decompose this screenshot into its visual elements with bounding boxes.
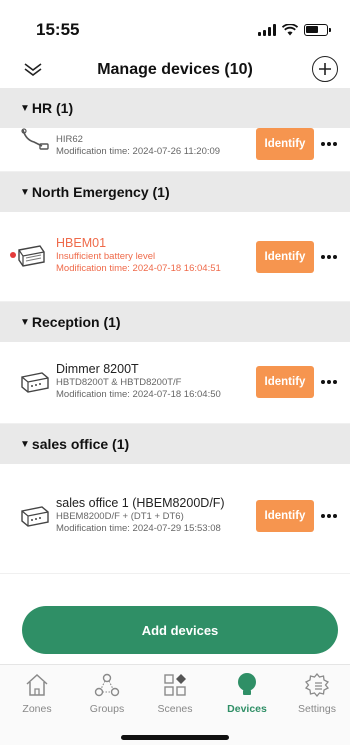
- device-model: HBTD8200T & HBTD8200T/F: [56, 377, 182, 388]
- scenes-icon: [164, 674, 186, 696]
- expand-triangle-icon: ▼: [20, 438, 30, 450]
- device-name: HBEM01: [56, 236, 107, 250]
- modification-time: Modification time: 2024-07-29 15:53:08: [56, 523, 221, 534]
- group-title: HR (1): [31, 100, 74, 116]
- page-title: Manage devices (10): [97, 61, 253, 78]
- group-header-reception[interactable]: ▼ Reception (1): [0, 302, 350, 342]
- expand-triangle-icon: ▼: [20, 102, 30, 114]
- dimmer-device-icon: [21, 372, 49, 393]
- app-header: Manage devices (10): [0, 52, 350, 88]
- identify-button[interactable]: Identify: [256, 128, 314, 160]
- expand-triangle-icon: ▼: [20, 316, 30, 328]
- wifi-icon: [282, 24, 298, 36]
- tab-label: Zones: [22, 703, 52, 715]
- device-info: HBEM01 Insufficient battery level Modifi…: [56, 236, 256, 275]
- device-name: sales office 1 (HBEM8200D/F): [56, 496, 225, 510]
- status-icons: [258, 16, 331, 36]
- device-row[interactable]: HBEM01 Insufficient battery level Modifi…: [0, 212, 350, 302]
- device-row[interactable]: Dimmer 8200T HBTD8200T & HBTD8200T/F Mod…: [0, 342, 350, 424]
- device-info: sales office 1 (HBEM8200D/F) HBEM8200D/F…: [56, 496, 256, 535]
- bottom-tab-bar: Zones Groups Scenes Devices Settings: [0, 664, 350, 745]
- group-title: North Emergency (1): [31, 184, 170, 200]
- identify-button[interactable]: Identify: [256, 500, 314, 532]
- double-chevron-down-icon: [24, 63, 42, 76]
- identify-button[interactable]: Identify: [256, 241, 314, 273]
- cellular-signal-icon: [258, 24, 276, 36]
- battery-icon: [304, 24, 331, 36]
- status-bar: 15:55: [0, 0, 350, 52]
- sensor-device-icon: [21, 128, 49, 150]
- add-devices-button[interactable]: Add devices: [22, 606, 338, 654]
- expand-triangle-icon: ▼: [20, 186, 30, 198]
- tab-scenes[interactable]: Scenes: [140, 671, 210, 719]
- modification-time: Modification time: 2024-07-26 11:20:09: [56, 146, 221, 157]
- add-device-button[interactable]: [312, 56, 338, 82]
- device-info: HIR62 Modification time: 2024-07-26 11:2…: [56, 134, 256, 158]
- collapse-all-button[interactable]: [18, 56, 48, 84]
- identify-button[interactable]: Identify: [256, 366, 314, 398]
- more-options-icon[interactable]: [318, 506, 340, 526]
- tab-zones[interactable]: Zones: [2, 671, 72, 719]
- group-header-north-emergency[interactable]: ▼ North Emergency (1): [0, 172, 350, 212]
- device-row[interactable]: sales office 1 (HBEM8200D/F) HBEM8200D/F…: [0, 464, 350, 574]
- group-title: Reception (1): [31, 314, 121, 330]
- tab-label: Groups: [89, 703, 125, 715]
- battery-warning: Insufficient battery level: [56, 251, 156, 262]
- modification-time: Modification time: 2024-07-18 16:04:51: [56, 263, 221, 274]
- settings-icon: [304, 672, 330, 698]
- more-options-icon[interactable]: [318, 372, 340, 392]
- device-name: Dimmer 8200T: [56, 362, 139, 376]
- more-options-icon[interactable]: [318, 134, 340, 154]
- device-row[interactable]: HIR62 Modification time: 2024-07-26 11:2…: [0, 128, 350, 172]
- tab-label: Settings: [298, 703, 336, 715]
- plus-icon: [319, 63, 331, 75]
- device-list[interactable]: ▼ HR (1) HIR62 Modification time: 2024-0…: [0, 88, 350, 598]
- tab-devices[interactable]: Devices: [212, 671, 282, 719]
- modification-time: Modification time: 2024-07-18 16:04:50: [56, 389, 221, 400]
- device-model: HBEM8200D/F + (DT1 + DT6): [56, 511, 184, 522]
- footer-area: Add devices: [0, 598, 350, 668]
- house-icon: [26, 673, 48, 696]
- dimmer-device-icon: [21, 506, 49, 527]
- group-header-hr[interactable]: ▼ HR (1): [0, 88, 350, 128]
- device-info: Dimmer 8200T HBTD8200T & HBTD8200T/F Mod…: [56, 362, 256, 401]
- device-model: HIR62: [56, 134, 83, 145]
- group-header-sales-office[interactable]: ▼ sales office (1): [0, 424, 350, 464]
- group-title: sales office (1): [31, 436, 130, 452]
- tab-label: Scenes: [157, 703, 193, 715]
- groups-icon: [94, 673, 120, 697]
- more-options-icon[interactable]: [318, 247, 340, 267]
- home-indicator[interactable]: [121, 735, 229, 740]
- status-time: 15:55: [36, 20, 80, 39]
- tab-settings[interactable]: Settings: [282, 671, 350, 719]
- tab-label: Devices: [227, 703, 267, 715]
- emergency-light-device-icon: [18, 245, 45, 267]
- tab-groups[interactable]: Groups: [72, 671, 142, 719]
- bulb-icon: [238, 673, 256, 695]
